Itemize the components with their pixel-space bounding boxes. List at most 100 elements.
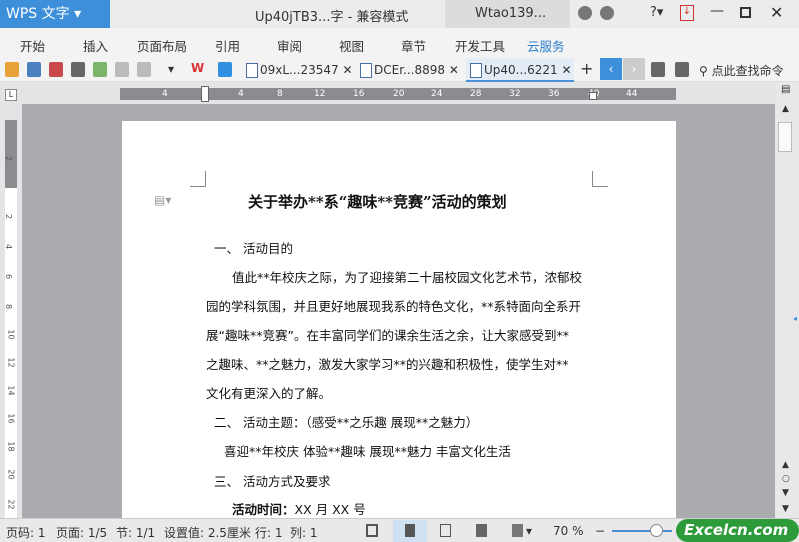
- close-button[interactable]: ✕: [770, 3, 783, 22]
- tab-prev-button[interactable]: ‹: [600, 58, 622, 80]
- ruler-tick: 16: [6, 413, 16, 424]
- app-menu-button[interactable]: WPS 文字 ▾: [0, 0, 110, 28]
- user-account[interactable]: Wtao139...: [445, 0, 570, 28]
- ruler-tick: 8: [277, 89, 283, 99]
- status-setting[interactable]: 设置值: 2.5厘米: [164, 524, 251, 541]
- margin-corner: [592, 171, 608, 187]
- zoom-slider[interactable]: [612, 530, 672, 532]
- ruler-tick: 4: [238, 89, 244, 99]
- ruler-tick: 12: [314, 89, 326, 99]
- document-title: Up40jTB3...字 - 兼容模式: [255, 10, 409, 25]
- menu-page-layout[interactable]: 页面布局: [137, 36, 187, 55]
- prev-page-button[interactable]: ▲: [782, 460, 789, 470]
- cloud-box-icon[interactable]: [218, 62, 232, 77]
- new-tab-button[interactable]: +: [580, 59, 593, 78]
- margin-corner: [190, 171, 206, 187]
- tab-next-button[interactable]: ›: [623, 58, 645, 80]
- scroll-up-button[interactable]: ▲: [782, 104, 789, 114]
- scrollbar-thumb[interactable]: [778, 122, 792, 152]
- paragraph-line: 展“趣味**竞赛”。在丰富同学们的课余生活之余，让大家感受到**: [206, 328, 569, 343]
- tab-label: DCEr...8898: [374, 63, 446, 77]
- menu-start[interactable]: 开始: [20, 36, 45, 55]
- status-column[interactable]: 列: 1: [290, 524, 318, 541]
- present-icon[interactable]: [651, 62, 665, 77]
- browse-object-button[interactable]: ○: [782, 474, 790, 484]
- page-view-button[interactable]: [393, 520, 427, 542]
- status-page-number[interactable]: 页码: 1: [6, 524, 46, 541]
- document-page[interactable]: ▤▾ 关于举办**系“趣味**竞赛”活动的策划 一、 活动目的 值此**年校庆之…: [122, 121, 676, 521]
- time-value: XX 月 XX 号: [294, 502, 366, 517]
- zoom-level[interactable]: 70 %: [553, 524, 584, 538]
- ruler-tick: 2: [4, 155, 14, 162]
- next-page-button[interactable]: ▼: [782, 488, 789, 498]
- search-placeholder: 点此查找命令: [711, 64, 784, 78]
- zoom-out-button[interactable]: −: [595, 524, 605, 538]
- ruler-tick: 44: [626, 89, 638, 99]
- save-icon[interactable]: [27, 62, 41, 77]
- paragraph-line: 之趣味、**之魅力，激发大家学习**的兴趣和积极性，使学生对**: [206, 357, 569, 372]
- menu-developer[interactable]: 开发工具: [455, 36, 505, 55]
- redo-icon[interactable]: [137, 62, 151, 77]
- indent-marker[interactable]: [201, 86, 209, 102]
- toolbar: ▾ W 09xL...23547 ✕ DCEr...8898 ✕ Up40...…: [0, 58, 799, 82]
- tab-menu-icon[interactable]: [675, 62, 689, 77]
- search-icon: ⚲: [699, 64, 708, 78]
- ruler-tick: 28: [470, 89, 482, 99]
- status-section[interactable]: 节: 1/1: [116, 524, 155, 541]
- outline-view-icon[interactable]: [440, 524, 451, 537]
- skin-icon[interactable]: [578, 6, 592, 20]
- print-preview-icon[interactable]: [93, 62, 107, 77]
- command-search[interactable]: ⚲ 点此查找命令: [699, 62, 784, 79]
- paragraph-line: 值此**年校庆之际，为了迎接第二十届校园文化艺术节，浓郁校: [232, 270, 583, 285]
- more-dropdown-icon[interactable]: ▾: [168, 62, 174, 76]
- maximize-button[interactable]: [740, 7, 751, 18]
- menu-insert[interactable]: 插入: [83, 36, 108, 55]
- document-heading: 关于举办**系“趣味**竞赛”活动的策划: [248, 193, 507, 211]
- wps-logo-icon[interactable]: W: [191, 61, 204, 75]
- ruler-tick: 22: [6, 499, 16, 510]
- paragraph-options-icon[interactable]: ▤▾: [154, 193, 171, 207]
- eye-dropdown-icon[interactable]: ▾: [526, 524, 532, 538]
- tab-doc-2[interactable]: DCEr...8898 ✕: [356, 58, 459, 82]
- app-name: WPS 文字: [6, 6, 70, 22]
- menu-references[interactable]: 引用: [215, 36, 240, 55]
- menu-view[interactable]: 视图: [339, 36, 364, 55]
- status-row[interactable]: 行: 1: [255, 524, 283, 541]
- zoom-slider-thumb[interactable]: [650, 524, 663, 537]
- fullscreen-icon[interactable]: [366, 524, 378, 537]
- right-indent-marker[interactable]: [589, 92, 597, 100]
- ruler-tick: 4: [4, 243, 14, 250]
- watermark-text: Excelcn.com: [684, 521, 789, 539]
- ruler-tick: 12: [6, 357, 16, 368]
- download-icon[interactable]: ↓: [680, 5, 694, 21]
- split-view-icon[interactable]: ▤: [781, 84, 790, 95]
- web-view-icon[interactable]: [476, 524, 487, 537]
- menu-cloud[interactable]: 云服务: [527, 36, 565, 55]
- side-panel-toggle[interactable]: ◂: [793, 314, 797, 323]
- horizontal-ruler[interactable]: 4 4 8 12 16 20 24 28 32 36 40 44: [120, 86, 676, 102]
- minimize-button[interactable]: —: [710, 3, 724, 19]
- menu-review[interactable]: 审阅: [277, 36, 302, 55]
- settings-icon[interactable]: [600, 6, 614, 20]
- scroll-down-button[interactable]: ▼: [782, 504, 789, 514]
- menu-chapter[interactable]: 章节: [401, 36, 426, 55]
- ruler-tick: 18: [6, 441, 16, 452]
- vertical-ruler[interactable]: 2 2 4 6 8 10 12 14 16 18 20 22: [4, 120, 17, 518]
- tab-stop-selector[interactable]: L: [5, 89, 17, 101]
- watermark-logo: Excelcn.com: [676, 519, 799, 542]
- ruler-tick: 20: [393, 89, 405, 99]
- status-pages[interactable]: 页面: 1/5: [56, 524, 107, 541]
- tab-doc-1[interactable]: 09xL...23547 ✕: [242, 58, 353, 82]
- section-heading: 二、 活动主题：（感受**之乐趣 展现**之魅力）: [214, 415, 479, 430]
- open-icon[interactable]: [5, 62, 19, 77]
- section-heading: 一、 活动目的: [214, 241, 293, 256]
- menu-bar: 开始 插入 页面布局 引用 审阅 视图 章节 开发工具 云服务: [0, 28, 799, 58]
- tab-doc-3-active[interactable]: Up40...6221 ✕: [466, 58, 574, 82]
- export-pdf-icon[interactable]: [49, 62, 63, 77]
- undo-icon[interactable]: [115, 62, 129, 77]
- print-icon[interactable]: [71, 62, 85, 77]
- ruler-tick: 10: [6, 329, 16, 340]
- help-icon[interactable]: ?▾: [650, 5, 663, 20]
- eye-protection-icon[interactable]: [512, 524, 523, 537]
- paragraph-line: 喜迎**年校庆 体验**趣味 展现**魅力 丰富文化生活: [224, 444, 511, 459]
